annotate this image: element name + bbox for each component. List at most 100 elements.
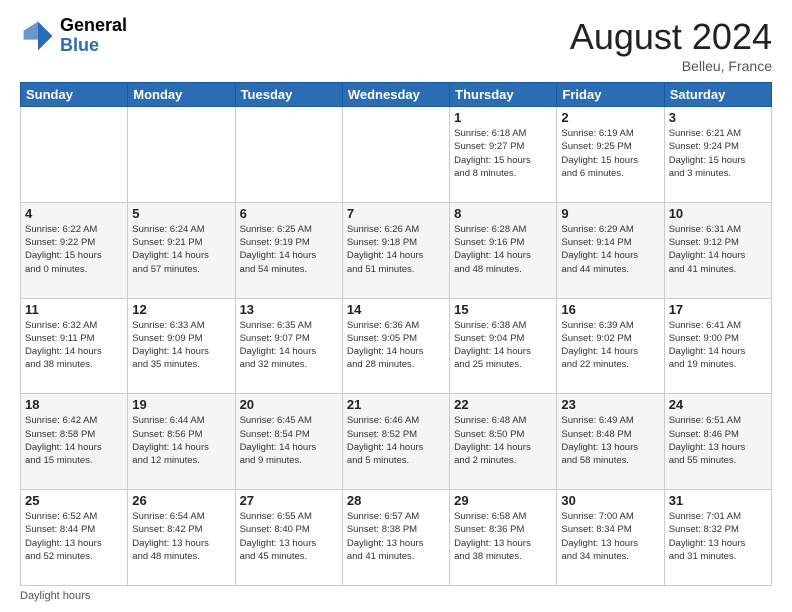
- logo: General Blue: [20, 16, 127, 56]
- day-number: 6: [240, 206, 338, 221]
- day-number: 21: [347, 397, 445, 412]
- calendar-cell: 14Sunrise: 6:36 AM Sunset: 9:05 PM Dayli…: [342, 298, 449, 394]
- calendar-cell: [128, 107, 235, 203]
- day-number: 2: [561, 110, 659, 125]
- calendar-cell: [21, 107, 128, 203]
- day-info: Sunrise: 7:01 AM Sunset: 8:32 PM Dayligh…: [669, 510, 767, 563]
- calendar-day-header: Wednesday: [342, 83, 449, 107]
- page: General Blue August 2024 Belleu, France …: [0, 0, 792, 612]
- calendar-cell: 6 Sunrise: 6:25 AM Sunset: 9:19 PM Daylig…: [235, 202, 342, 298]
- calendar-week-row: 4 Sunrise: 6:22 AM Sunset: 9:22 PM Daylig…: [21, 202, 772, 298]
- calendar-day-header: Saturday: [664, 83, 771, 107]
- day-info: Sunrise: 6:31 AM Sunset: 9:12 PM Dayligh…: [669, 223, 767, 276]
- calendar-cell: 4 Sunrise: 6:22 AM Sunset: 9:22 PM Daylig…: [21, 202, 128, 298]
- day-number: 30: [561, 493, 659, 508]
- day-number: 26: [132, 493, 230, 508]
- calendar-cell: 31 Sunrise: 7:01 AM Sunset: 8:32 PM Dayli…: [664, 490, 771, 586]
- calendar-cell: 26 Sunrise: 6:54 AM Sunset: 8:42 PM Dayli…: [128, 490, 235, 586]
- day-info: Sunrise: 6:55 AM Sunset: 8:40 PM Dayligh…: [240, 510, 338, 563]
- footer: Daylight hours: [20, 590, 772, 602]
- day-number: 27: [240, 493, 338, 508]
- calendar-cell: 19 Sunrise: 6:44 AM Sunset: 8:56 PM Dayli…: [128, 394, 235, 490]
- calendar-day-header: Tuesday: [235, 83, 342, 107]
- day-number: 11: [25, 302, 123, 317]
- day-number: 29: [454, 493, 552, 508]
- calendar-cell: 27 Sunrise: 6:55 AM Sunset: 8:40 PM Dayli…: [235, 490, 342, 586]
- header: General Blue August 2024 Belleu, France: [20, 16, 772, 74]
- logo-icon: [20, 18, 56, 54]
- day-info: Sunrise: 6:54 AM Sunset: 8:42 PM Dayligh…: [132, 510, 230, 563]
- calendar-cell: 10 Sunrise: 6:31 AM Sunset: 9:12 PM Dayli…: [664, 202, 771, 298]
- title-block: August 2024 Belleu, France: [570, 16, 772, 74]
- day-info: Sunrise: 6:25 AM Sunset: 9:19 PM Dayligh…: [240, 223, 338, 276]
- location: Belleu, France: [570, 58, 772, 74]
- calendar-cell: 25 Sunrise: 6:52 AM Sunset: 8:44 PM Dayli…: [21, 490, 128, 586]
- day-number: 24: [669, 397, 767, 412]
- calendar: SundayMondayTuesdayWednesdayThursdayFrid…: [20, 82, 772, 586]
- calendar-cell: 5 Sunrise: 6:24 AM Sunset: 9:21 PM Daylig…: [128, 202, 235, 298]
- day-number: 19: [132, 397, 230, 412]
- day-info: Sunrise: 6:21 AM Sunset: 9:24 PM Dayligh…: [669, 127, 767, 180]
- calendar-week-row: 11 Sunrise: 6:32 AM Sunset: 9:11 PM Dayli…: [21, 298, 772, 394]
- day-info: Sunrise: 6:29 AM Sunset: 9:14 PM Dayligh…: [561, 223, 659, 276]
- day-number: 13: [240, 302, 338, 317]
- day-info: Sunrise: 6:42 AM Sunset: 8:58 PM Dayligh…: [25, 414, 123, 467]
- calendar-cell: 16Sunrise: 6:39 AM Sunset: 9:02 PM Dayli…: [557, 298, 664, 394]
- calendar-cell: [235, 107, 342, 203]
- day-info: Sunrise: 6:26 AM Sunset: 9:18 PM Dayligh…: [347, 223, 445, 276]
- calendar-cell: 12 Sunrise: 6:33 AM Sunset: 9:09 PM Dayli…: [128, 298, 235, 394]
- day-number: 25: [25, 493, 123, 508]
- calendar-cell: 2 Sunrise: 6:19 AM Sunset: 9:25 PM Daylig…: [557, 107, 664, 203]
- day-info: Sunrise: 6:52 AM Sunset: 8:44 PM Dayligh…: [25, 510, 123, 563]
- footer-label: Daylight hours: [20, 590, 90, 602]
- day-number: 4: [25, 206, 123, 221]
- day-info: Sunrise: 6:58 AM Sunset: 8:36 PM Dayligh…: [454, 510, 552, 563]
- calendar-cell: 17Sunrise: 6:41 AM Sunset: 9:00 PM Dayli…: [664, 298, 771, 394]
- day-number: 12: [132, 302, 230, 317]
- calendar-header-row: SundayMondayTuesdayWednesdayThursdayFrid…: [21, 83, 772, 107]
- day-info: Sunrise: 6:33 AM Sunset: 9:09 PM Dayligh…: [132, 319, 230, 372]
- day-number: 20: [240, 397, 338, 412]
- calendar-cell: 22Sunrise: 6:48 AM Sunset: 8:50 PM Dayli…: [450, 394, 557, 490]
- calendar-day-header: Friday: [557, 83, 664, 107]
- calendar-cell: 13Sunrise: 6:35 AM Sunset: 9:07 PM Dayli…: [235, 298, 342, 394]
- calendar-week-row: 18Sunrise: 6:42 AM Sunset: 8:58 PM Dayli…: [21, 394, 772, 490]
- calendar-cell: 23Sunrise: 6:49 AM Sunset: 8:48 PM Dayli…: [557, 394, 664, 490]
- day-number: 31: [669, 493, 767, 508]
- day-number: 22: [454, 397, 552, 412]
- day-info: Sunrise: 7:00 AM Sunset: 8:34 PM Dayligh…: [561, 510, 659, 563]
- day-number: 15: [454, 302, 552, 317]
- day-info: Sunrise: 6:28 AM Sunset: 9:16 PM Dayligh…: [454, 223, 552, 276]
- day-number: 5: [132, 206, 230, 221]
- day-number: 16: [561, 302, 659, 317]
- day-info: Sunrise: 6:22 AM Sunset: 9:22 PM Dayligh…: [25, 223, 123, 276]
- calendar-cell: 11 Sunrise: 6:32 AM Sunset: 9:11 PM Dayli…: [21, 298, 128, 394]
- calendar-cell: 28 Sunrise: 6:57 AM Sunset: 8:38 PM Dayli…: [342, 490, 449, 586]
- day-info: Sunrise: 6:32 AM Sunset: 9:11 PM Dayligh…: [25, 319, 123, 372]
- day-number: 17: [669, 302, 767, 317]
- day-number: 28: [347, 493, 445, 508]
- day-number: 8: [454, 206, 552, 221]
- calendar-cell: 9 Sunrise: 6:29 AM Sunset: 9:14 PM Daylig…: [557, 202, 664, 298]
- calendar-cell: 29 Sunrise: 6:58 AM Sunset: 8:36 PM Dayli…: [450, 490, 557, 586]
- day-number: 9: [561, 206, 659, 221]
- day-number: 3: [669, 110, 767, 125]
- day-info: Sunrise: 6:44 AM Sunset: 8:56 PM Dayligh…: [132, 414, 230, 467]
- calendar-cell: 3 Sunrise: 6:21 AM Sunset: 9:24 PM Daylig…: [664, 107, 771, 203]
- day-info: Sunrise: 6:36 AM Sunset: 9:05 PM Dayligh…: [347, 319, 445, 372]
- day-info: Sunrise: 6:57 AM Sunset: 8:38 PM Dayligh…: [347, 510, 445, 563]
- day-info: Sunrise: 6:24 AM Sunset: 9:21 PM Dayligh…: [132, 223, 230, 276]
- day-number: 10: [669, 206, 767, 221]
- calendar-cell: 7Sunrise: 6:26 AM Sunset: 9:18 PM Daylig…: [342, 202, 449, 298]
- calendar-day-header: Thursday: [450, 83, 557, 107]
- day-number: 23: [561, 397, 659, 412]
- day-info: Sunrise: 6:45 AM Sunset: 8:54 PM Dayligh…: [240, 414, 338, 467]
- day-number: 1: [454, 110, 552, 125]
- day-info: Sunrise: 6:19 AM Sunset: 9:25 PM Dayligh…: [561, 127, 659, 180]
- calendar-cell: 21Sunrise: 6:46 AM Sunset: 8:52 PM Dayli…: [342, 394, 449, 490]
- logo-blue: Blue: [60, 36, 127, 56]
- calendar-cell: 1Sunrise: 6:18 AM Sunset: 9:27 PM Daylig…: [450, 107, 557, 203]
- calendar-cell: 8 Sunrise: 6:28 AM Sunset: 9:16 PM Daylig…: [450, 202, 557, 298]
- day-info: Sunrise: 6:38 AM Sunset: 9:04 PM Dayligh…: [454, 319, 552, 372]
- calendar-cell: 20 Sunrise: 6:45 AM Sunset: 8:54 PM Dayli…: [235, 394, 342, 490]
